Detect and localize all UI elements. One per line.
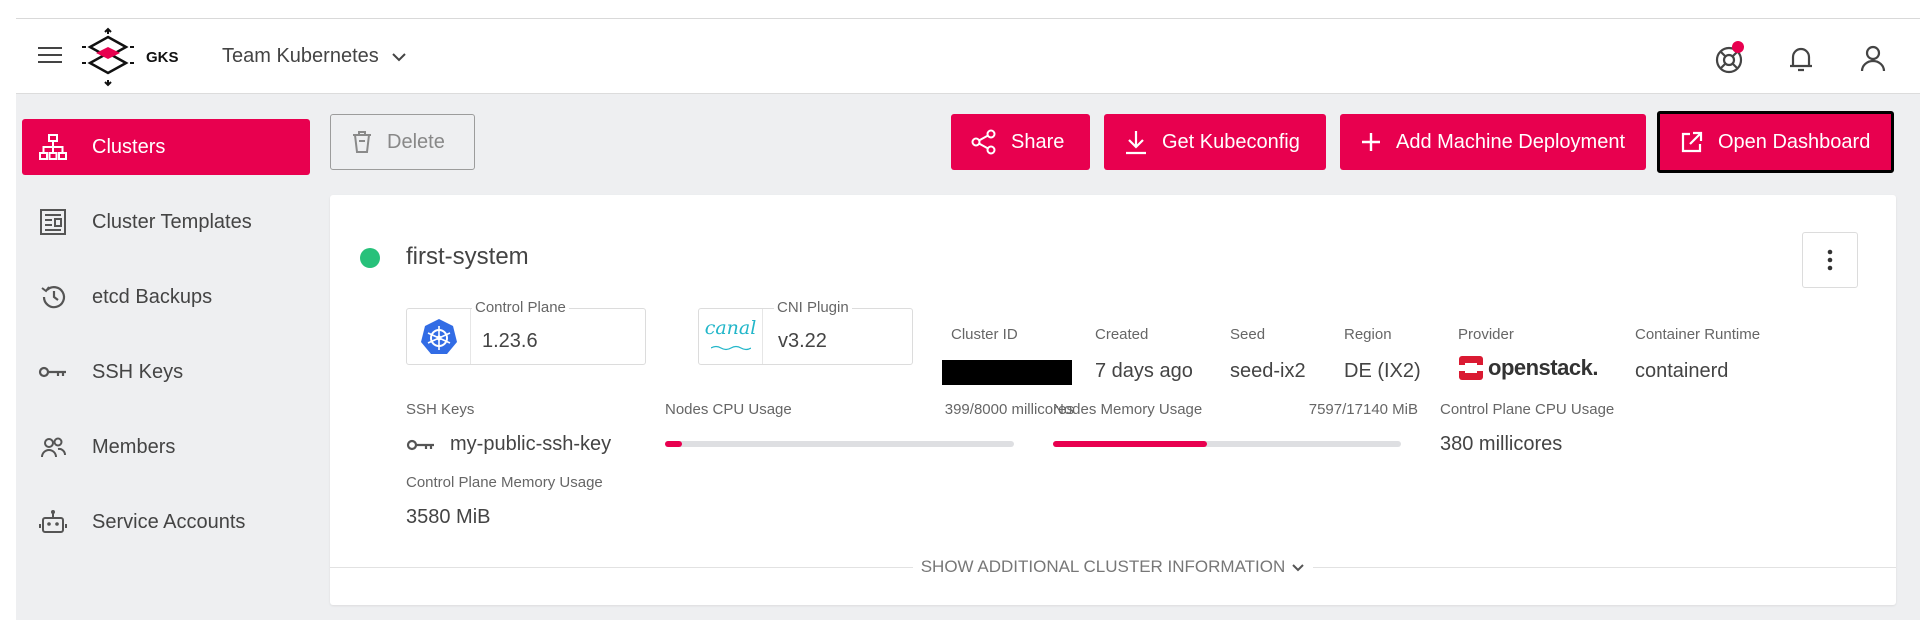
sidebar-item-label: Cluster Templates bbox=[92, 210, 252, 233]
cluster-card: first-system Control Plane 1.23.6 canal … bbox=[330, 195, 1896, 605]
kubeconfig-label: Get Kubeconfig bbox=[1162, 130, 1300, 153]
cpu-usage-label: Nodes CPU Usage bbox=[665, 401, 792, 418]
cp-cpu-label: Control Plane CPU Usage bbox=[1440, 401, 1615, 418]
show-additional-info-button[interactable]: SHOW ADDITIONAL CLUSTER INFORMATION bbox=[912, 557, 1314, 577]
cluster-status-dot bbox=[360, 248, 380, 268]
gks-logo-icon[interactable] bbox=[76, 25, 140, 89]
open-dashboard-button[interactable]: Open Dashboard bbox=[1657, 111, 1894, 173]
openstack-logo: openstack. bbox=[1458, 355, 1598, 381]
kubernetes-icon bbox=[407, 309, 471, 364]
control-plane-label: Control Plane bbox=[472, 299, 569, 316]
memory-usage-fill bbox=[1053, 441, 1208, 447]
robot-icon bbox=[38, 507, 68, 537]
show-additional-info-label: SHOW ADDITIONAL CLUSTER INFORMATION bbox=[920, 557, 1286, 577]
sidebar-item-label: Clusters bbox=[92, 135, 166, 158]
cp-memory-label: Control Plane Memory Usage bbox=[406, 474, 603, 491]
created-label: Created bbox=[1095, 326, 1149, 343]
key-icon bbox=[406, 439, 434, 450]
share-button[interactable]: Share bbox=[951, 114, 1090, 170]
sitemap-icon bbox=[38, 132, 68, 162]
sidebar: Clusters Cluster Templates etcd Backups … bbox=[22, 119, 310, 569]
cpu-usage-fill bbox=[665, 441, 683, 447]
download-icon bbox=[1126, 131, 1146, 155]
logo-text: GKS bbox=[146, 49, 179, 66]
sidebar-item-clusters[interactable]: Clusters bbox=[22, 119, 310, 175]
control-plane-value: 1.23.6 bbox=[482, 330, 538, 352]
created-value: 7 days ago bbox=[1095, 360, 1193, 382]
memory-usage-label: Nodes Memory Usage bbox=[1053, 401, 1203, 418]
cp-cpu-value: 380 millicores bbox=[1440, 433, 1563, 455]
sidebar-item-cluster-templates[interactable]: Cluster Templates bbox=[22, 194, 310, 250]
cni-plugin-label: CNI Plugin bbox=[774, 299, 852, 316]
provider-label: Provider bbox=[1458, 326, 1514, 343]
container-runtime-value: containerd bbox=[1635, 360, 1729, 382]
notification-badge bbox=[1732, 41, 1744, 53]
memory-usage-bar bbox=[1053, 441, 1401, 447]
team-selector[interactable]: Team Kubernetes bbox=[222, 45, 407, 68]
key-icon bbox=[38, 357, 68, 387]
share-label: Share bbox=[1011, 130, 1065, 153]
share-icon bbox=[971, 129, 996, 155]
region-value: DE (IX2) bbox=[1344, 360, 1421, 382]
template-icon bbox=[38, 207, 68, 237]
team-name: Team Kubernetes bbox=[222, 45, 379, 67]
chevron-down-icon bbox=[392, 52, 406, 61]
seed-value: seed-ix2 bbox=[1230, 360, 1306, 382]
seed-label: Seed bbox=[1230, 326, 1266, 343]
memory-usage-value: 7597/17140 MiB bbox=[1308, 401, 1418, 418]
cpu-usage-value: 399/8000 millicores bbox=[944, 401, 1074, 418]
region-label: Region bbox=[1344, 326, 1392, 343]
plus-icon bbox=[1362, 133, 1380, 151]
trash-icon bbox=[353, 131, 371, 153]
show-additional-info: SHOW ADDITIONAL CLUSTER INFORMATION bbox=[330, 557, 1896, 577]
get-kubeconfig-button[interactable]: Get Kubeconfig bbox=[1104, 114, 1326, 170]
cpu-usage-bar bbox=[665, 441, 1014, 447]
user-icon[interactable] bbox=[1856, 41, 1890, 75]
cni-plugin-value: v3.22 bbox=[778, 330, 827, 352]
history-icon bbox=[38, 282, 68, 312]
delete-button[interactable]: Delete bbox=[330, 114, 475, 170]
sidebar-item-label: etcd Backups bbox=[92, 285, 213, 308]
sidebar-item-members[interactable]: Members bbox=[22, 419, 310, 475]
people-icon bbox=[38, 432, 68, 462]
cluster-id-redacted bbox=[942, 360, 1072, 385]
open-dashboard-label: Open Dashboard bbox=[1718, 130, 1871, 153]
sidebar-item-etcd-backups[interactable]: etcd Backups bbox=[22, 269, 310, 325]
cluster-id-label: Cluster ID bbox=[951, 326, 1018, 343]
sidebar-item-label: SSH Keys bbox=[92, 360, 184, 383]
more-options-button[interactable] bbox=[1802, 232, 1858, 288]
menu-icon[interactable] bbox=[38, 47, 62, 65]
container-runtime-label: Container Runtime bbox=[1635, 326, 1761, 343]
app-frame: GKS Team Kubernetes Clusters Cluster Tem… bbox=[16, 18, 1920, 620]
help-icon[interactable] bbox=[1712, 41, 1746, 75]
canal-logo-text: canal bbox=[704, 316, 757, 339]
add-md-label: Add Machine Deployment bbox=[1396, 130, 1626, 153]
ssh-key-value: my-public-ssh-key bbox=[450, 433, 612, 455]
delete-label: Delete bbox=[387, 130, 445, 153]
ssh-key-item: my-public-ssh-key bbox=[406, 433, 611, 456]
cp-memory-value: 3580 MiB bbox=[406, 506, 491, 528]
canal-logo-icon: canal bbox=[699, 309, 763, 364]
external-link-icon bbox=[1681, 131, 1703, 153]
ssh-keys-label: SSH Keys bbox=[406, 401, 475, 418]
top-bar: GKS Team Kubernetes bbox=[16, 19, 1920, 94]
sidebar-item-label: Members bbox=[92, 435, 176, 458]
sidebar-item-ssh-keys[interactable]: SSH Keys bbox=[22, 344, 310, 400]
add-machine-deployment-button[interactable]: Add Machine Deployment bbox=[1340, 114, 1646, 170]
sidebar-item-label: Service Accounts bbox=[92, 510, 246, 533]
cluster-name: first-system bbox=[406, 243, 529, 270]
bell-icon[interactable] bbox=[1784, 41, 1818, 75]
openstack-icon bbox=[1459, 356, 1483, 380]
more-vert-icon bbox=[1827, 249, 1833, 271]
sidebar-item-service-accounts[interactable]: Service Accounts bbox=[22, 494, 310, 550]
chevron-down-icon bbox=[1292, 563, 1305, 571]
provider-value: openstack. bbox=[1488, 355, 1598, 380]
